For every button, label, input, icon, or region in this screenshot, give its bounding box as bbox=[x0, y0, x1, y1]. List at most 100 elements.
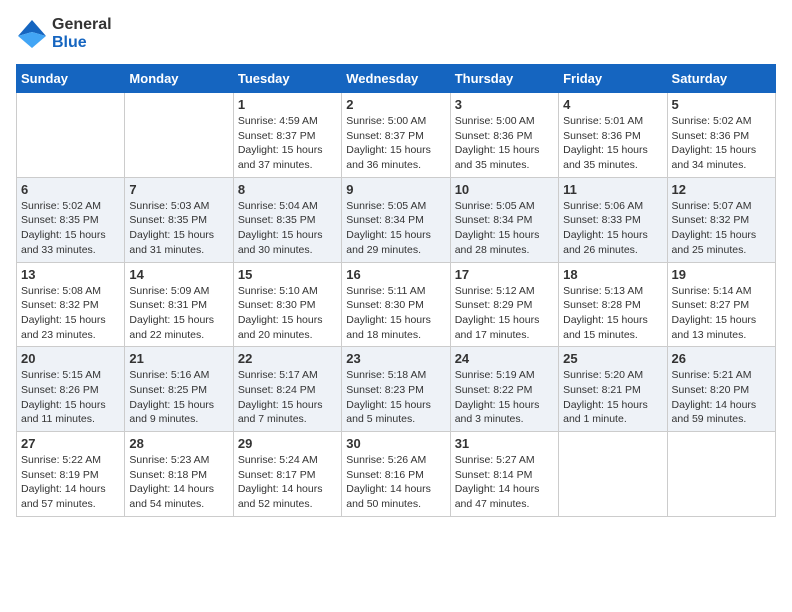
calendar-week-row: 1Sunrise: 4:59 AM Sunset: 8:37 PM Daylig… bbox=[17, 93, 776, 178]
day-number: 30 bbox=[346, 436, 445, 451]
day-number: 2 bbox=[346, 97, 445, 112]
logo-icon bbox=[16, 18, 48, 50]
day-info: Sunrise: 5:10 AM Sunset: 8:30 PM Dayligh… bbox=[238, 284, 337, 343]
calendar-day-cell: 9 Sunrise: 5:05 AM Sunset: 8:34 PM Daylig… bbox=[342, 177, 450, 262]
calendar-day-cell: 24Sunrise: 5:19 AM Sunset: 8:22 PM Dayli… bbox=[450, 347, 558, 432]
calendar-day-cell: 11 Sunrise: 5:06 AM Sunset: 8:33 PM Dayli… bbox=[559, 177, 667, 262]
calendar-day-cell: 26Sunrise: 5:21 AM Sunset: 8:20 PM Dayli… bbox=[667, 347, 775, 432]
calendar-day-cell bbox=[559, 432, 667, 517]
day-info: Sunrise: 5:02 AM Sunset: 8:35 PM Dayligh… bbox=[21, 199, 120, 258]
day-number: 17 bbox=[455, 267, 554, 282]
day-info: Sunrise: 5:24 AM Sunset: 8:17 PM Dayligh… bbox=[238, 453, 337, 512]
day-number: 13 bbox=[21, 267, 120, 282]
day-info: Sunrise: 5:05 AM Sunset: 8:34 PM Dayligh… bbox=[346, 199, 445, 258]
calendar-day-cell: 1Sunrise: 4:59 AM Sunset: 8:37 PM Daylig… bbox=[233, 93, 341, 178]
weekday-header: Thursday bbox=[450, 65, 558, 93]
day-number: 4 bbox=[563, 97, 662, 112]
day-info: Sunrise: 5:04 AM Sunset: 8:35 PM Dayligh… bbox=[238, 199, 337, 258]
calendar-day-cell: 2 Sunrise: 5:00 AM Sunset: 8:37 PM Daylig… bbox=[342, 93, 450, 178]
calendar-day-cell: 7 Sunrise: 5:03 AM Sunset: 8:35 PM Daylig… bbox=[125, 177, 233, 262]
weekday-header: Tuesday bbox=[233, 65, 341, 93]
calendar-day-cell: 8 Sunrise: 5:04 AM Sunset: 8:35 PM Daylig… bbox=[233, 177, 341, 262]
calendar-day-cell: 18 Sunrise: 5:13 AM Sunset: 8:28 PM Dayli… bbox=[559, 262, 667, 347]
calendar-day-cell: 13Sunrise: 5:08 AM Sunset: 8:32 PM Dayli… bbox=[17, 262, 125, 347]
page-header: General Blue bbox=[16, 16, 776, 52]
day-info: Sunrise: 5:16 AM Sunset: 8:25 PM Dayligh… bbox=[129, 368, 228, 427]
day-number: 9 bbox=[346, 182, 445, 197]
calendar-day-cell: 12 Sunrise: 5:07 AM Sunset: 8:32 PM Dayli… bbox=[667, 177, 775, 262]
day-number: 16 bbox=[346, 267, 445, 282]
day-info: Sunrise: 5:00 AM Sunset: 8:37 PM Dayligh… bbox=[346, 114, 445, 173]
day-info: Sunrise: 5:05 AM Sunset: 8:34 PM Dayligh… bbox=[455, 199, 554, 258]
day-number: 27 bbox=[21, 436, 120, 451]
day-number: 23 bbox=[346, 351, 445, 366]
day-number: 14 bbox=[129, 267, 228, 282]
calendar-table: SundayMondayTuesdayWednesdayThursdayFrid… bbox=[16, 64, 776, 517]
weekday-header: Saturday bbox=[667, 65, 775, 93]
day-info: Sunrise: 5:06 AM Sunset: 8:33 PM Dayligh… bbox=[563, 199, 662, 258]
day-number: 6 bbox=[21, 182, 120, 197]
logo-general: General bbox=[52, 16, 112, 33]
calendar-day-cell: 4Sunrise: 5:01 AM Sunset: 8:36 PM Daylig… bbox=[559, 93, 667, 178]
calendar-day-cell: 25Sunrise: 5:20 AM Sunset: 8:21 PM Dayli… bbox=[559, 347, 667, 432]
day-number: 8 bbox=[238, 182, 337, 197]
day-info: Sunrise: 5:13 AM Sunset: 8:28 PM Dayligh… bbox=[563, 284, 662, 343]
day-info: Sunrise: 5:02 AM Sunset: 8:36 PM Dayligh… bbox=[672, 114, 771, 173]
day-info: Sunrise: 5:11 AM Sunset: 8:30 PM Dayligh… bbox=[346, 284, 445, 343]
day-info: Sunrise: 5:23 AM Sunset: 8:18 PM Dayligh… bbox=[129, 453, 228, 512]
calendar-day-cell: 15Sunrise: 5:10 AM Sunset: 8:30 PM Dayli… bbox=[233, 262, 341, 347]
day-info: Sunrise: 5:15 AM Sunset: 8:26 PM Dayligh… bbox=[21, 368, 120, 427]
day-info: Sunrise: 5:07 AM Sunset: 8:32 PM Dayligh… bbox=[672, 199, 771, 258]
day-number: 24 bbox=[455, 351, 554, 366]
calendar-day-cell: 10 Sunrise: 5:05 AM Sunset: 8:34 PM Dayli… bbox=[450, 177, 558, 262]
day-info: Sunrise: 5:26 AM Sunset: 8:16 PM Dayligh… bbox=[346, 453, 445, 512]
calendar-day-cell: 29 Sunrise: 5:24 AM Sunset: 8:17 PM Dayli… bbox=[233, 432, 341, 517]
day-number: 19 bbox=[672, 267, 771, 282]
calendar-day-cell: 6 Sunrise: 5:02 AM Sunset: 8:35 PM Daylig… bbox=[17, 177, 125, 262]
day-number: 10 bbox=[455, 182, 554, 197]
weekday-header: Wednesday bbox=[342, 65, 450, 93]
calendar-day-cell: 21 Sunrise: 5:16 AM Sunset: 8:25 PM Dayli… bbox=[125, 347, 233, 432]
calendar-day-cell: 30 Sunrise: 5:26 AM Sunset: 8:16 PM Dayli… bbox=[342, 432, 450, 517]
calendar-day-cell bbox=[125, 93, 233, 178]
calendar-header-row: SundayMondayTuesdayWednesdayThursdayFrid… bbox=[17, 65, 776, 93]
calendar-day-cell: 28 Sunrise: 5:23 AM Sunset: 8:18 PM Dayli… bbox=[125, 432, 233, 517]
calendar-week-row: 13Sunrise: 5:08 AM Sunset: 8:32 PM Dayli… bbox=[17, 262, 776, 347]
day-info: Sunrise: 5:00 AM Sunset: 8:36 PM Dayligh… bbox=[455, 114, 554, 173]
calendar-day-cell: 17 Sunrise: 5:12 AM Sunset: 8:29 PM Dayli… bbox=[450, 262, 558, 347]
day-number: 12 bbox=[672, 182, 771, 197]
day-number: 11 bbox=[563, 182, 662, 197]
calendar-day-cell bbox=[17, 93, 125, 178]
calendar-week-row: 20 Sunrise: 5:15 AM Sunset: 8:26 PM Dayli… bbox=[17, 347, 776, 432]
calendar-day-cell: 27Sunrise: 5:22 AM Sunset: 8:19 PM Dayli… bbox=[17, 432, 125, 517]
calendar-day-cell bbox=[667, 432, 775, 517]
day-info: Sunrise: 5:03 AM Sunset: 8:35 PM Dayligh… bbox=[129, 199, 228, 258]
calendar-day-cell: 3Sunrise: 5:00 AM Sunset: 8:36 PM Daylig… bbox=[450, 93, 558, 178]
calendar-day-cell: 20 Sunrise: 5:15 AM Sunset: 8:26 PM Dayli… bbox=[17, 347, 125, 432]
day-info: Sunrise: 5:21 AM Sunset: 8:20 PM Dayligh… bbox=[672, 368, 771, 427]
day-info: Sunrise: 5:18 AM Sunset: 8:23 PM Dayligh… bbox=[346, 368, 445, 427]
weekday-header: Monday bbox=[125, 65, 233, 93]
day-number: 28 bbox=[129, 436, 228, 451]
day-number: 18 bbox=[563, 267, 662, 282]
weekday-header: Sunday bbox=[17, 65, 125, 93]
calendar-week-row: 27Sunrise: 5:22 AM Sunset: 8:19 PM Dayli… bbox=[17, 432, 776, 517]
calendar-day-cell: 22Sunrise: 5:17 AM Sunset: 8:24 PM Dayli… bbox=[233, 347, 341, 432]
day-info: Sunrise: 5:09 AM Sunset: 8:31 PM Dayligh… bbox=[129, 284, 228, 343]
logo: General Blue bbox=[16, 16, 112, 52]
calendar-day-cell: 31 Sunrise: 5:27 AM Sunset: 8:14 PM Dayli… bbox=[450, 432, 558, 517]
calendar-day-cell: 14 Sunrise: 5:09 AM Sunset: 8:31 PM Dayli… bbox=[125, 262, 233, 347]
day-number: 21 bbox=[129, 351, 228, 366]
day-info: Sunrise: 5:12 AM Sunset: 8:29 PM Dayligh… bbox=[455, 284, 554, 343]
calendar-week-row: 6 Sunrise: 5:02 AM Sunset: 8:35 PM Daylig… bbox=[17, 177, 776, 262]
day-number: 31 bbox=[455, 436, 554, 451]
day-number: 22 bbox=[238, 351, 337, 366]
day-number: 29 bbox=[238, 436, 337, 451]
logo-blue: Blue bbox=[52, 34, 87, 51]
calendar-day-cell: 19 Sunrise: 5:14 AM Sunset: 8:27 PM Dayli… bbox=[667, 262, 775, 347]
day-number: 20 bbox=[21, 351, 120, 366]
day-number: 1 bbox=[238, 97, 337, 112]
day-info: Sunrise: 5:27 AM Sunset: 8:14 PM Dayligh… bbox=[455, 453, 554, 512]
day-info: Sunrise: 5:14 AM Sunset: 8:27 PM Dayligh… bbox=[672, 284, 771, 343]
day-number: 7 bbox=[129, 182, 228, 197]
